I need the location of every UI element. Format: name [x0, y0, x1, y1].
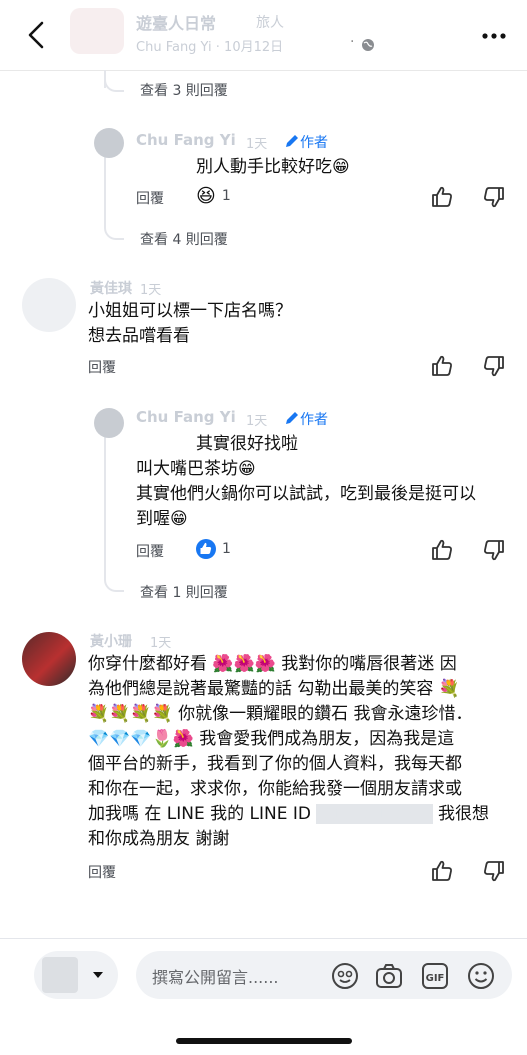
- reply-author-name[interactable]: Chu Fang Yi: [136, 131, 236, 149]
- emoji-button[interactable]: [466, 961, 496, 991]
- thumbs-down-icon: [484, 187, 504, 208]
- thread-line: [104, 436, 106, 578]
- camera-icon: [376, 964, 402, 988]
- thread-curve: [104, 574, 124, 592]
- author-badge: 作者: [284, 132, 328, 152]
- page-avatar[interactable]: [70, 8, 124, 54]
- gif-icon: GIF: [422, 963, 448, 989]
- emoji-icon: [468, 963, 494, 989]
- dislike-button[interactable]: [482, 185, 506, 209]
- reply-button[interactable]: 回覆: [88, 862, 116, 882]
- avatar[interactable]: [22, 278, 76, 332]
- thumbs-up-icon: [432, 539, 452, 560]
- page-name[interactable]: 遊臺人日常: [136, 10, 216, 34]
- view-replies-link[interactable]: 查看 3 則回覆: [140, 80, 228, 100]
- haha-reaction-icon: 😆: [196, 185, 216, 207]
- thumbs-down-icon: [484, 540, 504, 561]
- comment-author-name[interactable]: 黃佳琪: [90, 278, 132, 298]
- view-replies-link[interactable]: 查看 1 則回覆: [140, 582, 228, 602]
- comment-time: 1天: [150, 636, 172, 651]
- avatar-sticker-icon: [332, 963, 358, 989]
- like-button[interactable]: [430, 185, 454, 209]
- camera-button[interactable]: [374, 961, 404, 991]
- thread-curve: [104, 222, 124, 240]
- reply-button[interactable]: 回覆: [88, 357, 116, 377]
- pencil-icon: [286, 412, 298, 424]
- like-button[interactable]: [430, 859, 454, 883]
- home-indicator[interactable]: [176, 1038, 352, 1044]
- thumbs-up-icon: [432, 860, 452, 881]
- comment-text: 你穿什麼都好看 🌺🌺🌺 我對你的嘴唇很著迷 因 為他們總是說著最驚豔的話 勾勒出…: [88, 654, 489, 849]
- like-button[interactable]: [430, 538, 454, 562]
- avatar-sticker-button[interactable]: [330, 961, 360, 991]
- thumbs-down-icon: [484, 356, 504, 377]
- more-options-icon: [482, 33, 506, 39]
- globe-icon: [361, 37, 375, 56]
- back-button[interactable]: [26, 20, 46, 50]
- back-arrow-icon: [28, 21, 44, 49]
- dislike-button[interactable]: [482, 354, 506, 378]
- chevron-down-icon: [93, 972, 103, 978]
- composer-divider: [0, 938, 527, 939]
- avatar: [42, 957, 78, 993]
- more-options-button[interactable]: [480, 26, 510, 46]
- identity-selector[interactable]: [34, 951, 118, 999]
- avatar[interactable]: [22, 632, 76, 686]
- dislike-button[interactable]: [482, 538, 506, 562]
- line-id-redacted: 0180914930: [316, 804, 433, 824]
- time-dot: ·: [350, 34, 355, 50]
- reaction-count: 1: [222, 541, 231, 557]
- reply-time: 1天: [246, 137, 268, 152]
- thumbs-up-icon: [432, 186, 452, 207]
- thumbs-down-icon: [484, 861, 504, 882]
- comment-input-placeholder: 撰寫公開留言......: [152, 968, 279, 987]
- reply-time: 1天: [246, 414, 268, 429]
- reply-text: 別人動手比較好吃😁: [196, 157, 350, 177]
- avatar[interactable]: [94, 128, 124, 158]
- comment-time: 1天: [140, 283, 162, 298]
- reaction-summary[interactable]: 1: [196, 539, 231, 559]
- reply-button[interactable]: 回覆: [136, 541, 164, 561]
- comment-input[interactable]: 撰寫公開留言...... GIF: [136, 951, 512, 999]
- reaction-summary[interactable]: 😆 1: [196, 186, 231, 206]
- reply-author-name[interactable]: Chu Fang Yi: [136, 408, 236, 426]
- dislike-button[interactable]: [482, 859, 506, 883]
- page-meta: 旅人: [256, 15, 284, 31]
- header-divider: [0, 70, 527, 71]
- like-reaction-icon: [196, 539, 216, 559]
- like-button[interactable]: [430, 354, 454, 378]
- thread-curve: [104, 76, 124, 92]
- avatar[interactable]: [94, 408, 124, 438]
- comment-text: 小姐姐可以標一下店名嗎？ 想去品嚐看看: [88, 301, 292, 346]
- reply-text: 其實很好找啦 叫大嘴巴茶坊😁 其實他們火鍋你可以試試，吃到最後是挺可以 到喔😁: [136, 434, 476, 529]
- gif-button[interactable]: GIF: [420, 961, 450, 991]
- pencil-icon: [286, 135, 298, 147]
- author-badge: 作者: [284, 409, 328, 429]
- reaction-count: 1: [221, 188, 231, 204]
- view-replies-link[interactable]: 查看 4 則回覆: [140, 229, 228, 249]
- svg-text:GIF: GIF: [426, 973, 445, 984]
- comment-author-name[interactable]: 黃小珊: [90, 631, 132, 651]
- reply-button[interactable]: 回覆: [136, 188, 164, 208]
- poster-line: Chu Fang Yi · 10月12日: [136, 40, 284, 55]
- thumbs-up-icon: [432, 355, 452, 376]
